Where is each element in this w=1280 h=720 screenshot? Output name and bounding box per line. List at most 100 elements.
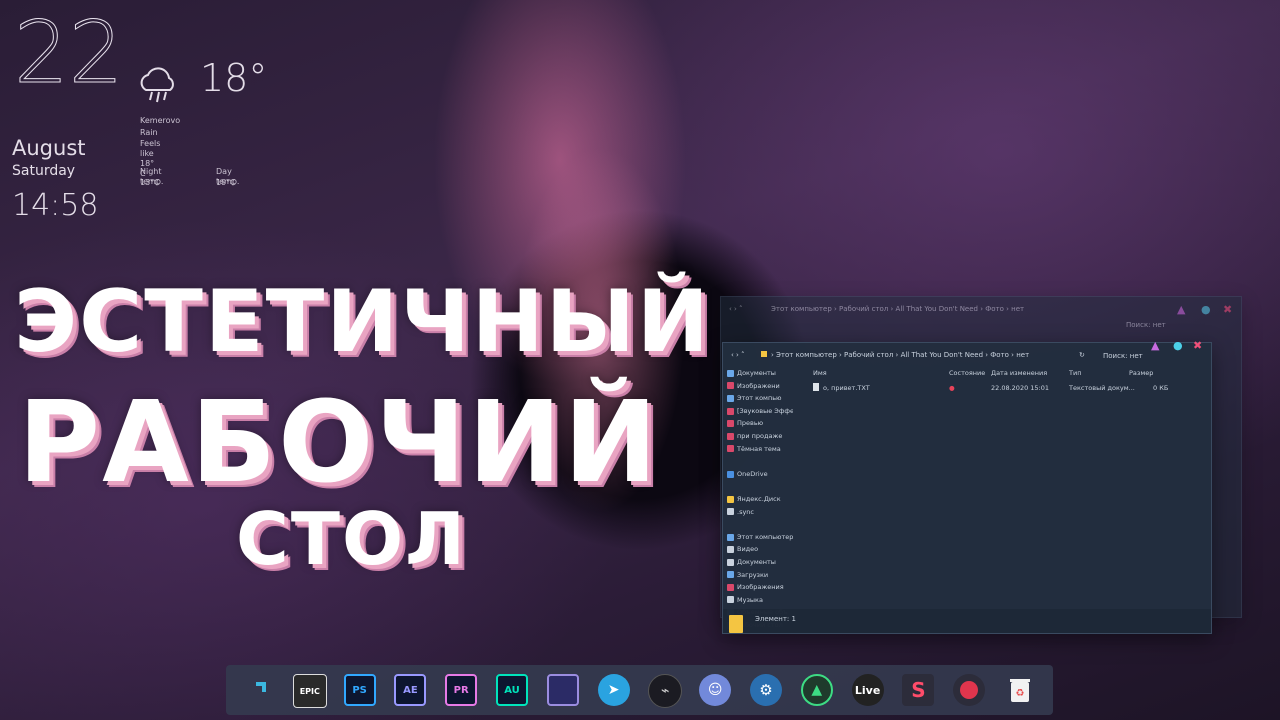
folder-icon	[727, 596, 734, 604]
minimize-icon[interactable]: ▲	[1151, 339, 1159, 352]
sidebar-item[interactable]: Документы	[727, 556, 793, 569]
sidebar-item[interactable]: Изображения	[727, 581, 793, 594]
sidebar-item[interactable]: Музыка	[727, 594, 793, 607]
refresh-icon[interactable]: ↻	[1079, 351, 1085, 359]
epic-games-icon[interactable]: EPIC	[292, 674, 327, 708]
sync-state-icon: ●	[949, 384, 955, 392]
folder-icon	[727, 571, 734, 579]
folder-icon	[727, 382, 734, 390]
crumb-desktop[interactable]: Рабочий стол	[839, 305, 888, 313]
sidebar-item[interactable]: Тёмная тема	[727, 443, 793, 456]
taskbar: EPIC PS AE PR AU ➤ ⌁ ☺ ⚙ ▲ Live S ♻	[226, 665, 1053, 715]
text-file-icon	[813, 383, 819, 391]
crumb-this-pc[interactable]: Этот компьютер	[771, 305, 832, 313]
crumb-folder[interactable]: All That You Don't Need	[901, 351, 983, 359]
sidebar-item[interactable]: Превью	[727, 417, 793, 430]
arrow-app-icon[interactable]	[242, 674, 274, 706]
audition-icon[interactable]: AU	[496, 674, 528, 706]
sidebar-item[interactable]: Этот компьютер	[727, 531, 793, 544]
minimize-icon[interactable]: ▲	[1177, 303, 1185, 316]
telegram-icon[interactable]: ➤	[597, 674, 630, 706]
crumb-desktop[interactable]: Рабочий стол	[844, 351, 893, 359]
close-icon[interactable]: ✖	[1223, 303, 1232, 316]
breadcrumb[interactable]: › Этот компьютер › Рабочий стол › All Th…	[771, 351, 1029, 359]
folder-small-icon	[761, 351, 767, 359]
discord-icon[interactable]: ☺	[699, 674, 732, 706]
column-state[interactable]: Состояние	[949, 369, 985, 377]
android-studio-icon[interactable]: ▲	[800, 674, 833, 706]
crumb-net[interactable]: нет	[1011, 305, 1024, 313]
sidebar-item[interactable]: Этот компью	[727, 392, 793, 405]
sidebar-item[interactable]: Загрузки	[727, 569, 793, 582]
breadcrumb-back[interactable]: Этот компьютер › Рабочий стол › All That…	[771, 305, 1024, 313]
sidebar-item-label: Этот компьютер	[737, 532, 793, 541]
record-icon[interactable]	[953, 674, 986, 706]
weekday-name: Saturday	[12, 163, 76, 179]
folder-icon	[727, 432, 734, 440]
folder-icon	[727, 445, 734, 453]
column-date[interactable]: Дата изменения	[991, 369, 1047, 377]
sidebar-item-label: Документы	[737, 557, 776, 566]
sidebar-item[interactable]: [Звуковые Эффе	[727, 405, 793, 418]
explorer-window[interactable]: ‹ › ˄ › Этот компьютер › Рабочий стол › …	[722, 339, 1212, 634]
davinci-icon[interactable]: ⌁	[648, 674, 683, 708]
day-number: 22	[14, 3, 124, 103]
headline-line-2: РАБОЧИЙ	[18, 378, 660, 508]
sublime-icon[interactable]: S	[902, 674, 935, 706]
search-input[interactable]: Поиск: нет	[1103, 352, 1143, 360]
column-size[interactable]: Размер	[1129, 369, 1153, 377]
headline-line-1: ЭСТЕТИЧНЫЙ	[14, 272, 711, 372]
current-temperature: 18°	[200, 56, 268, 100]
taskbar-icon-label: AE	[403, 684, 418, 696]
sidebar-item[interactable]: при продаже	[727, 430, 793, 443]
nav-back-forward-icon[interactable]: ‹ › ˄	[731, 351, 745, 359]
night-temp-value: 13°C	[140, 178, 160, 187]
column-name[interactable]: Имя	[813, 369, 827, 377]
sidebar-item[interactable]: Видео	[727, 543, 793, 556]
taskbar-icon-label: PR	[453, 684, 469, 696]
explorer-titlebar[interactable]: ‹ › ˄ › Этот компьютер › Рабочий стол › …	[723, 339, 1211, 369]
sidebar-item[interactable]: Изображени	[727, 380, 793, 393]
after-effects-icon[interactable]: AE	[394, 674, 427, 706]
steam-icon[interactable]: ⚙	[750, 674, 782, 706]
crumb-photo[interactable]: Фото	[990, 351, 1009, 359]
folder-icon	[727, 407, 734, 415]
day-temp-value: 19°C	[216, 178, 236, 187]
folder-icon	[727, 546, 734, 554]
titlebar-back[interactable]: ‹ › ˄ Этот компьютер › Рабочий стол › Al…	[721, 297, 1241, 329]
crumb-folder[interactable]: All That You Don't Need	[896, 305, 978, 313]
status-bar: Элемент: 1	[723, 609, 1211, 633]
weather-condition: Rain	[140, 128, 158, 137]
column-type[interactable]: Тип	[1069, 369, 1081, 377]
folder-icon	[727, 394, 734, 402]
search-input-back[interactable]: Поиск: нет	[1126, 321, 1166, 329]
sidebar-item[interactable]: OneDrive	[727, 468, 793, 481]
nav-arrows[interactable]: ‹ › ˄	[729, 305, 743, 313]
maximize-icon[interactable]: ●	[1173, 339, 1183, 352]
sidebar-item[interactable]: Документы	[727, 367, 793, 380]
navigation-pane[interactable]: Документы Изображени Этот компью [Звуковые …	[727, 367, 793, 629]
live-icon[interactable]: Live	[851, 674, 884, 706]
premiere-icon[interactable]: PR	[445, 674, 478, 706]
sidebar-item-label: Музыка	[737, 595, 763, 604]
sidebar-item[interactable]: .sync	[727, 506, 793, 519]
file-name[interactable]: о, привет.TXT	[823, 384, 870, 392]
crumb-net[interactable]: нет	[1016, 351, 1029, 359]
folder-icon	[729, 615, 743, 633]
folder-icon	[727, 420, 734, 428]
media-encoder-icon[interactable]	[546, 674, 579, 706]
sidebar-item-label: Документы	[737, 369, 776, 377]
recycle-bin-icon[interactable]: ♻	[1004, 674, 1036, 706]
maximize-icon[interactable]: ●	[1201, 303, 1211, 316]
close-icon[interactable]: ✖	[1193, 339, 1202, 352]
crumb-this-pc[interactable]: Этот компьютер	[776, 351, 837, 359]
sidebar-item-label: Этот компью	[737, 394, 782, 403]
sidebar-item-label: Загрузки	[737, 570, 769, 579]
clock-time: 14:58	[12, 188, 99, 223]
file-date: 22.08.2020 15:01	[991, 384, 1050, 392]
crumb-photo[interactable]: Фото	[985, 305, 1004, 313]
sidebar-item[interactable]: Яндекс.Диск	[727, 493, 793, 506]
photoshop-icon[interactable]: PS	[343, 674, 376, 706]
